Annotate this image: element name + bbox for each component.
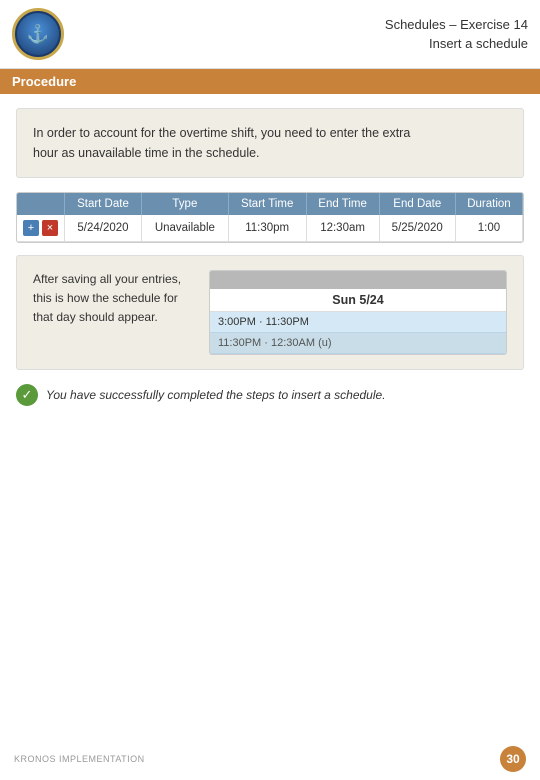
table-scroll: Start Date Type Start Time End Time End … <box>17 193 523 242</box>
footer: KRONOS IMPLEMENTATION 30 <box>0 746 540 772</box>
table-body: + × 5/24/2020 Unavailable 11:30pm 12:30a… <box>17 215 523 242</box>
header-title-line1: Schedules – Exercise 14 <box>385 15 528 35</box>
preview-desc-line3: that day should appear. <box>33 308 193 327</box>
col-duration: Duration <box>455 193 522 215</box>
preview-desc-line1: After saving all your entries, <box>33 270 193 289</box>
info-box: In order to account for the overtime shi… <box>16 108 524 178</box>
col-type: Type <box>141 193 228 215</box>
success-text: You have successfully completed the step… <box>46 388 386 402</box>
row-start-date: 5/24/2020 <box>65 215 142 242</box>
success-row: ✓ You have successfully completed the st… <box>16 384 524 406</box>
cal-slot-1: 3:00PM · 11:30PM <box>210 312 506 333</box>
info-text-line2: hour as unavailable time in the schedule… <box>33 143 507 163</box>
row-start-time: 11:30pm <box>228 215 306 242</box>
col-end-time: End Time <box>306 193 379 215</box>
col-start-time: Start Time <box>228 193 306 215</box>
header: ⚓ Schedules – Exercise 14 Insert a sched… <box>0 0 540 69</box>
col-controls <box>17 193 65 215</box>
table-row: + × 5/24/2020 Unavailable 11:30pm 12:30a… <box>17 215 523 242</box>
table-section: Start Date Type Start Time End Time End … <box>16 192 524 243</box>
logo-inner: ⚓ <box>17 13 59 55</box>
delete-row-button[interactable]: × <box>42 220 58 236</box>
row-type: Unavailable <box>141 215 228 242</box>
page-number-badge: 30 <box>500 746 526 772</box>
add-row-button[interactable]: + <box>23 220 39 236</box>
procedure-label: Procedure <box>12 74 76 89</box>
row-end-date: 5/25/2020 <box>379 215 455 242</box>
preview-section: After saving all your entries, this is h… <box>16 255 524 370</box>
col-start-date: Start Date <box>65 193 142 215</box>
row-duration: 1:00 <box>455 215 522 242</box>
logo: ⚓ <box>12 8 64 60</box>
footer-label: KRONOS IMPLEMENTATION <box>14 754 145 764</box>
cal-date-header: Sun 5/24 <box>210 289 506 312</box>
row-controls-cell: + × <box>17 215 65 242</box>
col-end-date: End Date <box>379 193 455 215</box>
header-title-line2: Insert a schedule <box>385 34 528 54</box>
cal-slot-2: 11:30PM · 12:30AM (u) <box>210 333 506 354</box>
header-row: Start Date Type Start Time End Time End … <box>17 193 523 215</box>
procedure-bar: Procedure <box>0 69 540 94</box>
schedule-table: Start Date Type Start Time End Time End … <box>17 193 523 242</box>
table-header: Start Date Type Start Time End Time End … <box>17 193 523 215</box>
cal-top-bar <box>210 271 506 289</box>
info-text-line1: In order to account for the overtime shi… <box>33 123 507 143</box>
row-btn-group: + × <box>23 220 58 236</box>
row-end-time: 12:30am <box>306 215 379 242</box>
success-icon: ✓ <box>16 384 38 406</box>
preview-description: After saving all your entries, this is h… <box>33 270 193 328</box>
logo-figure: ⚓ <box>27 24 49 45</box>
header-title: Schedules – Exercise 14 Insert a schedul… <box>385 15 528 54</box>
preview-desc-line2: this is how the schedule for <box>33 289 193 308</box>
preview-calendar: Sun 5/24 3:00PM · 11:30PM 11:30PM · 12:3… <box>209 270 507 355</box>
